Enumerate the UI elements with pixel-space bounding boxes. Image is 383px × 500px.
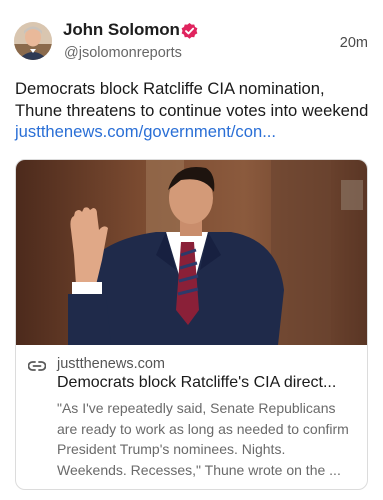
card-image[interactable] (16, 160, 367, 345)
person-portrait-icon (14, 22, 52, 60)
post: John Solomon @jsolomonreports 20m Democr… (0, 0, 383, 500)
card-description: "As I've repeatedly said, Senate Republi… (57, 400, 349, 478)
post-text: Democrats block Ratcliffe CIA nomination… (15, 78, 371, 143)
post-body: Democrats block Ratcliffe CIA nomination… (15, 79, 369, 120)
man-taking-oath-photo (16, 160, 367, 345)
card-domain: justthenews.com (57, 356, 165, 372)
author-avatar[interactable] (14, 22, 52, 60)
author-name[interactable]: John Solomon (63, 20, 180, 40)
link-icon (28, 361, 46, 371)
author-handle[interactable]: @jsolomonreports (64, 45, 182, 61)
card-title[interactable]: Democrats block Ratcliffe's CIA direct..… (57, 374, 357, 392)
post-link[interactable]: justthenews.com/government/con... (15, 122, 276, 141)
link-preview-card[interactable]: justthenews.com Democrats block Ratcliff… (15, 159, 368, 490)
post-timestamp[interactable]: 20m (340, 35, 368, 51)
verified-badge-icon (181, 22, 198, 39)
